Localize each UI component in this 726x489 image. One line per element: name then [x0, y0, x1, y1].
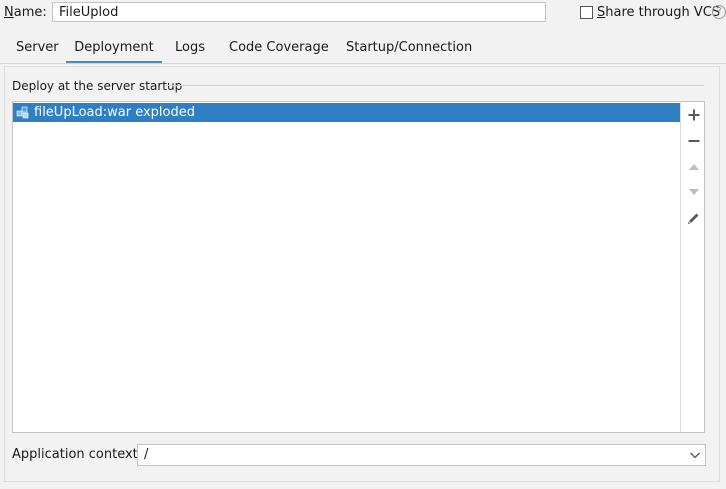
tab-code-coverage[interactable]: Code Coverage — [229, 38, 329, 64]
move-up-icon — [689, 164, 699, 170]
list-item-label: fileUpLoad:war exploded — [34, 105, 195, 120]
share-label-text: hare through VCS — [605, 5, 721, 20]
application-context-combobox[interactable]: / — [137, 444, 706, 466]
help-icon[interactable]: ? — [712, 5, 726, 19]
tab-logs[interactable]: Logs — [175, 38, 205, 64]
name-label-text: ame: — [13, 5, 47, 20]
group-separator — [166, 85, 704, 86]
remove-icon — [688, 140, 700, 142]
add-button[interactable] — [683, 104, 705, 126]
application-context-label: Application context: — [12, 447, 143, 462]
tab-deployment[interactable]: Deployment — [66, 38, 162, 64]
name-input[interactable] — [52, 2, 546, 22]
chevron-down-icon[interactable] — [689, 450, 701, 460]
application-context-value: / — [144, 447, 149, 462]
move-down-button[interactable] — [683, 181, 705, 203]
tab-strip-divider — [0, 63, 726, 64]
tab-server[interactable]: Server — [16, 38, 59, 64]
name-label: Name: — [4, 5, 47, 21]
add-icon — [688, 109, 700, 121]
tab-startup-connection[interactable]: Startup/Connection — [346, 38, 472, 64]
edit-button[interactable] — [683, 207, 705, 229]
share-vcs-label[interactable]: Share through VCS — [597, 5, 720, 21]
share-vcs-checkbox[interactable] — [580, 6, 593, 19]
edit-icon — [688, 213, 699, 224]
list-item[interactable]: fileUpLoad:war exploded — [13, 103, 680, 122]
move-down-icon — [689, 189, 699, 195]
name-mnemonic: N — [4, 5, 14, 20]
deploy-group-title: Deploy at the server startup — [12, 79, 183, 93]
artifact-icon — [16, 106, 29, 119]
move-up-button[interactable] — [683, 156, 705, 178]
remove-button[interactable] — [683, 130, 705, 152]
toolbar-divider — [680, 102, 681, 432]
deploy-list-area[interactable] — [13, 102, 680, 432]
